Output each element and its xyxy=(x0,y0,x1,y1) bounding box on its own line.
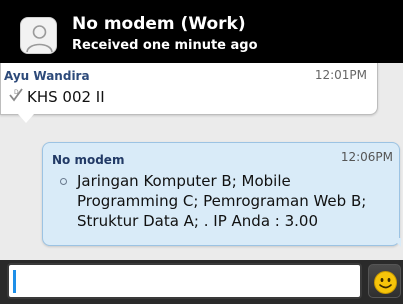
person-icon xyxy=(26,25,53,53)
incoming-bubble-tail xyxy=(18,114,34,123)
incoming-message[interactable]: Ayu Wandira 12:01PM D KHS 002 II xyxy=(0,63,378,115)
compose-bar xyxy=(0,260,403,304)
message-text: KHS 002 II xyxy=(27,88,105,106)
message-text: Jaringan Komputer B; Mobile Programming … xyxy=(77,172,367,230)
message-sender: Ayu Wandira xyxy=(4,69,90,83)
received-status: Received one minute ago xyxy=(72,38,258,53)
svg-text:D: D xyxy=(14,89,19,96)
message-input[interactable] xyxy=(7,263,362,299)
conversation-header: No modem (Work) Received one minute ago xyxy=(0,0,403,63)
message-list[interactable]: Ayu Wandira 12:01PM D KHS 002 II No mode… xyxy=(0,63,403,260)
smiley-icon xyxy=(374,271,397,294)
outgoing-message[interactable]: No modem 12:06PM Jaringan Komputer B; Mo… xyxy=(42,142,400,246)
text-cursor xyxy=(13,270,16,293)
outgoing-bubble-tail xyxy=(392,238,401,247)
message-sender: No modem xyxy=(52,153,125,167)
bullet-circle-icon xyxy=(60,178,67,185)
message-time: 12:01PM xyxy=(314,68,367,82)
message-time: 12:06PM xyxy=(340,150,393,164)
contact-avatar[interactable] xyxy=(20,17,57,54)
contact-name: No modem (Work) xyxy=(72,14,246,34)
sent-check-icon: D xyxy=(9,88,23,102)
emoji-button[interactable] xyxy=(368,264,401,298)
